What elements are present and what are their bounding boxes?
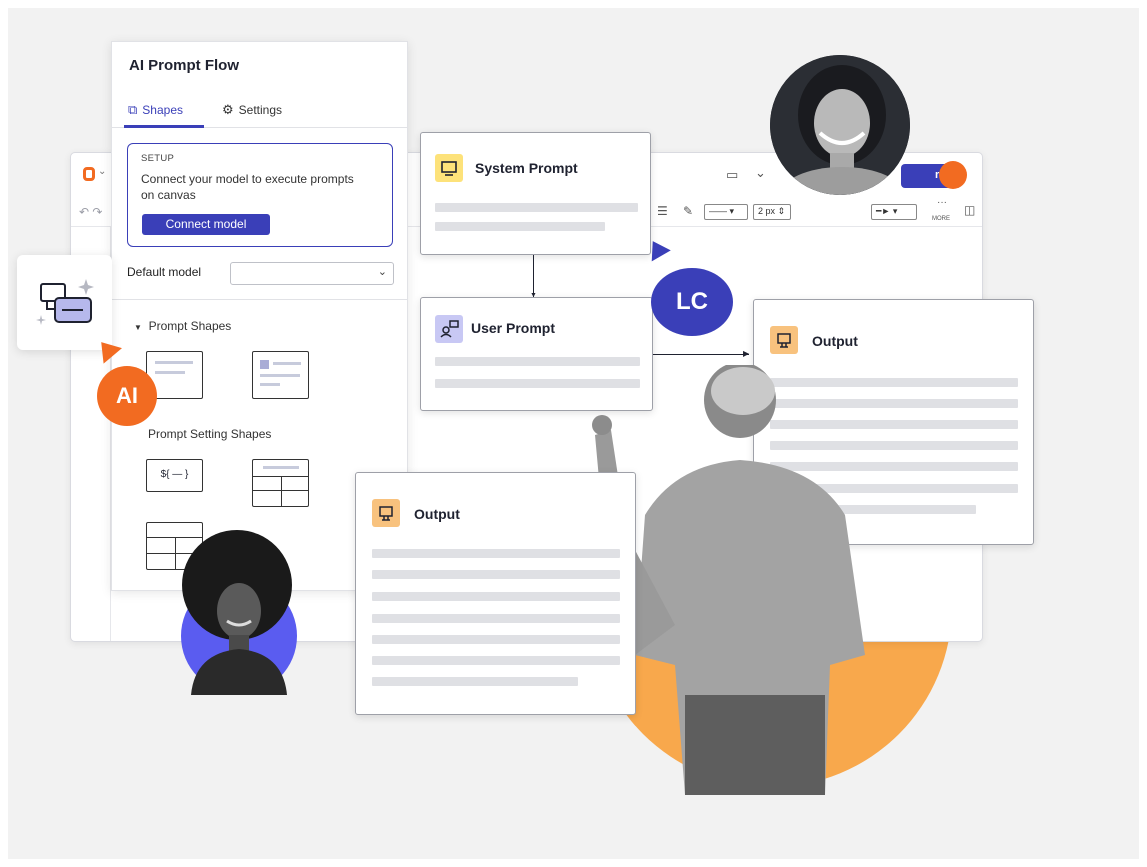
placeholder-line [372,549,620,558]
tab-shapes[interactable]: ⧉ Shapes [128,102,183,118]
ai-badge: AI [97,366,157,426]
ai-chat-icon [36,279,94,325]
placeholder-line [435,222,605,231]
more-label: MORE [932,216,950,222]
setting-shape-table[interactable] [252,459,309,507]
section-prompt-setting-shapes-label: Prompt Setting Shapes [148,427,272,441]
collaborator-lc-badge: LC [651,268,733,336]
arrow-head-icon: ▶ [743,349,750,358]
format-icon[interactable]: ☰ [657,204,668,218]
undo-redo-icon[interactable]: ↶ ↷ [79,205,102,219]
card-title: Output [414,506,460,522]
placeholder-line [372,614,620,623]
tab-settings-label: Settings [238,103,283,117]
placeholder-line [372,592,620,601]
placeholder-line [435,203,638,212]
placeholder-line [372,570,620,579]
card-title: User Prompt [471,320,556,336]
setting-shape-variable[interactable]: ${ — } [146,459,203,492]
collaborator-photo-top [770,55,910,195]
placeholder-line [372,635,620,644]
section-prompt-setting-shapes[interactable]: Prompt Setting Shapes [148,427,271,441]
comment-icon[interactable]: ▭ [726,167,738,183]
app-logo-icon[interactable] [83,167,95,181]
tab-shapes-label: Shapes [142,103,183,117]
line-width-value: 2 px [758,206,776,216]
chevron-down-icon: ⌄ [377,266,387,278]
thumb-line [260,374,300,377]
line-type-select[interactable]: —— ▾ [704,204,748,220]
triangle-down-icon: ▼ [134,323,142,332]
chevron-down-icon[interactable]: ⌄ [755,165,766,181]
connector-line [533,255,534,297]
connect-model-button[interactable]: Connect model [142,214,270,235]
ai-feature-card [17,255,112,350]
default-model-label: Default model [127,265,202,279]
collaborator-photo-left [182,530,292,695]
table-line [281,476,282,506]
divider [112,299,407,300]
panel-tabs: ⧉ Shapes ⚙ Settings [112,92,407,128]
panel-title: AI Prompt Flow [129,57,239,74]
setup-text: Connect your model to execute prompts on… [141,172,354,202]
thumb-line [155,371,185,374]
section-prompt-shapes-label: Prompt Shapes [148,319,232,333]
active-tab-indicator [124,125,204,128]
variable-shape-text: ${ — } [160,469,189,480]
system-prompt-card[interactable]: System Prompt [420,132,651,255]
more-icon[interactable]: ··· [937,197,947,208]
thumb-line [263,466,299,469]
card-title: System Prompt [475,160,578,176]
output-icon [770,326,798,354]
setup-label: SETUP [141,153,175,164]
setup-box: SETUP Connect your model to execute prom… [127,143,393,247]
monitor-icon [435,154,463,182]
thumb-line [260,383,280,386]
tab-settings[interactable]: ⚙ Settings [222,102,282,118]
shapes-icon: ⧉ [128,102,138,117]
user-prompt-icon [435,315,463,343]
thumb-icon [260,360,269,369]
placeholder-line [372,656,620,665]
gear-icon: ⚙ [222,102,234,117]
card-title: Output [812,333,858,349]
connector-line [653,354,749,355]
section-prompt-shapes[interactable]: ▼ Prompt Shapes [134,319,231,333]
output-card-left[interactable]: Output [355,472,636,715]
arrow-style-select[interactable]: ━► ▾ [871,204,917,220]
line-width-select[interactable]: 2 px ⇕ [753,204,791,220]
chevron-down-icon[interactable]: ⌄ [98,166,106,177]
output-icon [372,499,400,527]
panel-toggle-icon[interactable]: ◫ [964,203,975,217]
placeholder-line [372,677,578,686]
line-style-icon[interactable]: ✎ [683,204,693,218]
thumb-line [155,361,193,364]
thumb-line [273,362,301,365]
default-model-select[interactable]: ⌄ [230,262,394,285]
table-line [175,537,176,569]
prompt-shape-icon-text[interactable] [252,351,309,399]
user-avatar[interactable] [939,161,967,189]
